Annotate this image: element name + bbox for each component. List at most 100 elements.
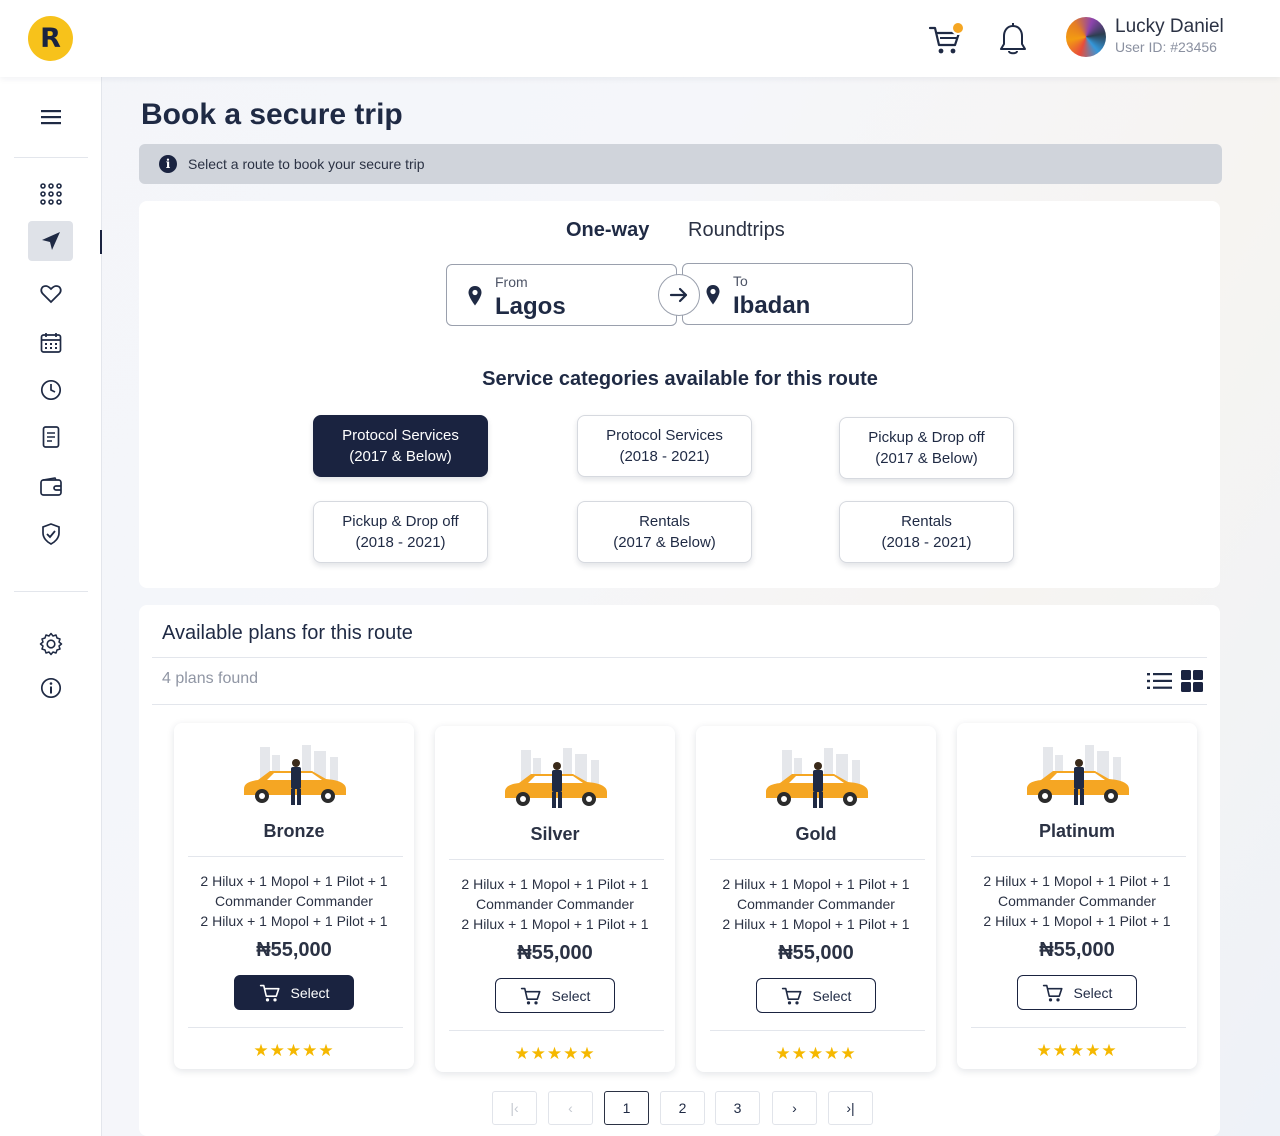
service-category-button[interactable]: Protocol Services (2018 - 2021)	[577, 415, 752, 477]
plan-name: Gold	[795, 824, 837, 844]
apps-grid-icon[interactable]	[28, 174, 73, 214]
service-line1: Rentals	[901, 513, 952, 530]
plan-desc-line: 2 Hilux + 1 Mopol + 1 Pilot + 1	[983, 913, 1171, 929]
cart-notification-dot	[951, 21, 965, 35]
pagination-page-button[interactable]: 3	[715, 1091, 760, 1125]
pagination-page-button[interactable]: 1	[604, 1091, 649, 1125]
plan-description: 2 Hilux + 1 Mopol + 1 Pilot + 1 Commande…	[435, 874, 675, 934]
shield-check-icon[interactable]	[28, 514, 73, 554]
list-view-icon[interactable]	[1147, 671, 1172, 691]
plan-name: Platinum	[1038, 821, 1115, 841]
service-line2: (2017 & Below)	[875, 450, 978, 467]
select-plan-button[interactable]: Select	[756, 978, 876, 1013]
plan-desc-line: 2 Hilux + 1 Mopol + 1 Pilot + 1	[722, 916, 910, 932]
logo-letter: R	[40, 23, 61, 54]
menu-icon[interactable]	[28, 97, 73, 137]
user-id: User ID: #23456	[1115, 39, 1217, 55]
location-pin-icon	[706, 285, 720, 305]
plan-price: ₦55,000	[1039, 939, 1115, 961]
rating-stars-icon: ★★★★★	[514, 1044, 596, 1064]
sidebar	[0, 77, 102, 1136]
top-bar: R Lucky Daniel User ID: #23456	[0, 0, 1280, 77]
service-line1: Pickup & Drop off	[342, 513, 459, 530]
plan-name: Silver	[530, 824, 580, 844]
arrow-right-icon	[669, 287, 688, 303]
grid-view-icon[interactable]	[1181, 670, 1203, 692]
divider	[710, 1030, 925, 1031]
to-location-field[interactable]: To Ibadan	[682, 263, 913, 325]
service-category-button[interactable]: Pickup & Drop off (2018 - 2021)	[313, 501, 488, 563]
location-pin-icon	[468, 286, 482, 306]
select-label: Select	[551, 987, 591, 1004]
active-nav-indicator	[100, 230, 102, 254]
pagination-next-button[interactable]: ›	[772, 1091, 817, 1125]
car-illustration-icon	[505, 748, 607, 808]
plan-desc-line: Commander Commander	[998, 893, 1156, 909]
plan-description: 2 Hilux + 1 Mopol + 1 Pilot + 1 Commande…	[957, 871, 1197, 931]
divider	[710, 859, 925, 860]
divider	[449, 859, 664, 860]
service-line2: (2018 - 2021)	[619, 448, 710, 465]
shopping-cart-icon	[259, 984, 280, 1001]
to-value: Ibadan	[733, 292, 811, 319]
select-label: Select	[1073, 984, 1113, 1001]
service-line1: Protocol Services	[606, 427, 723, 444]
select-plan-button[interactable]: Select	[495, 978, 615, 1013]
pagination-last-button[interactable]: ›|	[828, 1091, 873, 1125]
info-text: Select a route to book your secure trip	[188, 156, 425, 172]
calendar-icon[interactable]	[28, 323, 73, 363]
plan-price: ₦55,000	[778, 942, 854, 964]
service-line1: Pickup & Drop off	[868, 429, 985, 446]
plans-title: Available plans for this route	[162, 622, 413, 644]
service-line1: Rentals	[639, 513, 690, 530]
user-name: Lucky Daniel	[1115, 16, 1224, 37]
plan-name: Bronze	[263, 821, 325, 841]
pagination-page-button[interactable]: 2	[660, 1091, 705, 1125]
service-line2: (2017 & Below)	[613, 534, 716, 551]
plan-price: ₦55,000	[517, 942, 593, 964]
navigation-arrow-icon[interactable]	[28, 221, 73, 261]
plan-card-gold: Gold 2 Hilux + 1 Mopol + 1 Pilot + 1 Com…	[696, 726, 936, 1072]
service-category-button[interactable]: Protocol Services (2017 & Below)	[313, 415, 488, 477]
car-illustration-icon	[766, 748, 868, 808]
pagination-prev-button[interactable]: ‹	[548, 1091, 593, 1125]
plan-card-bronze: Bronze 2 Hilux + 1 Mopol + 1 Pilot + 1 C…	[174, 723, 414, 1069]
wallet-icon[interactable]	[28, 467, 73, 507]
info-banner: i Select a route to book your secure tri…	[139, 144, 1222, 184]
pagination-first-button[interactable]: |‹	[492, 1091, 537, 1125]
tab-roundtrips[interactable]: Roundtrips	[688, 219, 785, 242]
info-icon: i	[159, 155, 177, 173]
app-logo[interactable]: R	[28, 16, 73, 61]
document-icon[interactable]	[28, 417, 73, 457]
service-category-button[interactable]: Pickup & Drop off (2017 & Below)	[839, 417, 1014, 479]
shopping-cart-icon	[520, 987, 541, 1004]
select-plan-button[interactable]: Select	[1017, 975, 1137, 1010]
service-category-button[interactable]: Rentals (2017 & Below)	[577, 501, 752, 563]
plan-card-platinum: Platinum 2 Hilux + 1 Mopol + 1 Pilot + 1…	[957, 723, 1197, 1069]
service-category-button[interactable]: Rentals (2018 - 2021)	[839, 501, 1014, 563]
bell-icon[interactable]	[998, 22, 1028, 56]
avatar[interactable]	[1066, 17, 1106, 57]
plans-count: 4 plans found	[162, 670, 259, 687]
tab-one-way[interactable]: One-way	[566, 219, 649, 242]
swap-route-button[interactable]	[658, 274, 700, 316]
divider	[152, 657, 1207, 658]
select-plan-button[interactable]: Select	[234, 975, 354, 1010]
rating-stars-icon: ★★★★★	[1036, 1041, 1118, 1061]
from-value: Lagos	[495, 293, 566, 320]
divider	[449, 1030, 664, 1031]
service-categories-title: Service categories available for this ro…	[482, 368, 878, 390]
service-line2: (2017 & Below)	[349, 448, 452, 465]
shopping-cart-icon	[781, 987, 802, 1004]
divider	[188, 1027, 403, 1028]
divider	[188, 856, 403, 857]
plan-desc-line: 2 Hilux + 1 Mopol + 1 Pilot + 1	[461, 916, 649, 932]
heart-icon[interactable]	[28, 274, 73, 314]
info-icon[interactable]	[28, 668, 73, 708]
shopping-cart-icon	[1042, 984, 1063, 1001]
divider	[971, 856, 1186, 857]
from-location-field[interactable]: From Lagos	[446, 264, 677, 326]
settings-gear-icon[interactable]	[28, 624, 73, 664]
plan-desc-line: 2 Hilux + 1 Mopol + 1 Pilot + 1	[200, 913, 388, 929]
car-illustration-icon	[1027, 745, 1129, 805]
